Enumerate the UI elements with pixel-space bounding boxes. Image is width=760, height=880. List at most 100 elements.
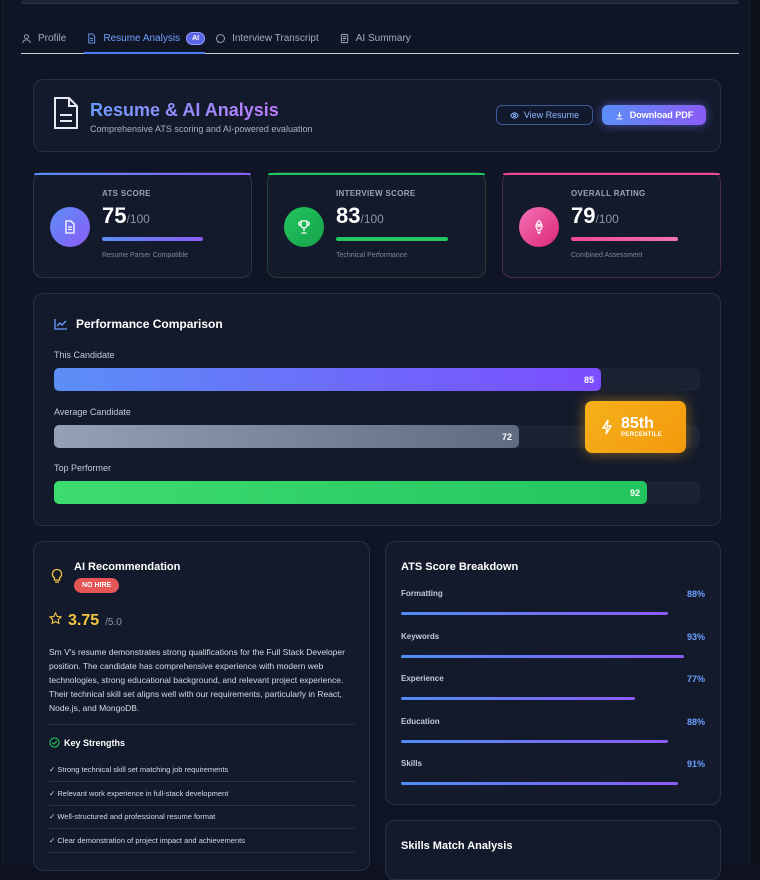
lightbulb-icon xyxy=(51,568,63,583)
overall-rating-bar xyxy=(571,237,678,241)
check-circle-icon xyxy=(49,737,60,748)
interview-score-number: 83 xyxy=(336,203,361,228)
lightning-icon xyxy=(601,419,613,435)
tab-ai-summary[interactable]: AI Summary xyxy=(339,24,421,53)
overall-rating-number: 79 xyxy=(571,203,596,228)
overall-rating-label: OVERALL RATING xyxy=(571,189,646,198)
divider xyxy=(49,828,355,829)
card-accent-line xyxy=(268,173,485,175)
view-resume-label: View Resume xyxy=(523,110,580,120)
formatting-label: Formatting xyxy=(401,589,443,598)
interview-score-label: INTERVIEW SCORE xyxy=(336,189,416,198)
average-candidate-bar: 72 xyxy=(54,425,519,448)
interview-score-max: /100 xyxy=(360,212,384,226)
tab-interview-transcript[interactable]: Interview Transcript xyxy=(215,24,329,53)
tab-ai-summary-label: AI Summary xyxy=(355,33,411,44)
key-strengths-title: Key Strengths xyxy=(64,737,126,748)
strength-item: ✓ Clear demonstration of project impact … xyxy=(49,836,245,845)
skills-label: Skills xyxy=(401,759,422,768)
this-candidate-track: 85 xyxy=(54,368,700,391)
formatting-bar xyxy=(401,612,668,615)
divider xyxy=(49,852,355,853)
page-title: Resume & AI Analysis xyxy=(90,100,279,120)
chat-bubble-icon xyxy=(216,34,225,43)
education-pct: 88% xyxy=(686,717,705,727)
ats-score-bar xyxy=(102,237,203,241)
experience-bar xyxy=(401,697,635,700)
key-strengths-heading: Key Strengths xyxy=(49,737,125,748)
formatting-pct: 88% xyxy=(686,589,705,599)
tab-resume-analysis[interactable]: Resume Analysis AI xyxy=(84,24,206,54)
experience-pct: 77% xyxy=(686,674,705,684)
percentile-badge: 85th PERCENTILE xyxy=(585,401,686,453)
summary-doc-icon xyxy=(340,33,348,44)
this-candidate-label: This Candidate xyxy=(54,350,115,360)
top-bar xyxy=(21,0,739,4)
performance-title-row: Performance Comparison xyxy=(54,317,223,331)
view-resume-button[interactable]: View Resume xyxy=(496,105,593,125)
ats-icon-circle xyxy=(50,207,90,247)
interview-icon-circle xyxy=(284,207,324,247)
average-candidate-value: 72 xyxy=(501,431,512,442)
divider xyxy=(49,724,355,725)
this-candidate-bar: 85 xyxy=(54,368,601,391)
percentile-value: 85th xyxy=(621,415,654,432)
education-bar xyxy=(401,740,668,743)
top-performer-track: 92 xyxy=(54,481,700,504)
strength-item: ✓ Strong technical skill set matching jo… xyxy=(49,765,229,774)
person-icon xyxy=(22,34,31,44)
performance-title: Performance Comparison xyxy=(76,317,223,331)
document-icon xyxy=(88,33,96,44)
divider xyxy=(49,805,355,806)
ats-score-card: ATS SCORE 75/100 Resume Parser Compatibl… xyxy=(33,172,252,278)
overall-rating-caption: Combined Assessment xyxy=(571,252,643,259)
ai-recommendation-card: AI Recommendation NO HIRE 3.75 /5.0 Sm V… xyxy=(33,541,370,871)
percentile-label: PERCENTILE xyxy=(621,432,663,438)
line-chart-icon xyxy=(54,319,67,330)
keywords-label: Keywords xyxy=(401,632,440,641)
skills-match-card: Skills Match Analysis xyxy=(385,820,721,880)
interview-score-value: 83/100 xyxy=(336,203,384,229)
tab-resume-analysis-label: Resume Analysis xyxy=(103,33,181,44)
this-candidate-value: 85 xyxy=(583,374,594,385)
analysis-header-card: Resume & AI Analysis Comprehensive ATS s… xyxy=(33,79,721,152)
tab-profile[interactable]: Profile xyxy=(21,24,76,53)
star-icon xyxy=(49,612,62,625)
average-candidate-label: Average Candidate xyxy=(54,407,131,417)
app-frame: Profile Resume Analysis AI Interview Tra… xyxy=(0,0,760,880)
ai-badge: AI xyxy=(186,32,206,45)
rating-value: 3.75 xyxy=(68,612,100,629)
interview-score-caption: Technical Performance xyxy=(336,252,408,259)
ats-score-number: 75 xyxy=(102,203,127,228)
strength-item: ✓ Relevant work experience in full-stack… xyxy=(49,789,229,798)
no-hire-badge: NO HIRE xyxy=(74,578,120,593)
keywords-pct: 93% xyxy=(686,632,705,642)
performance-comparison-card: Performance Comparison This Candidate 85… xyxy=(33,293,721,526)
ats-score-label: ATS SCORE xyxy=(102,189,151,198)
rating-row: 3.75 /5.0 xyxy=(49,612,122,630)
tab-interview-transcript-label: Interview Transcript xyxy=(232,33,319,44)
top-performer-bar: 92 xyxy=(54,481,647,504)
skills-bar xyxy=(401,782,678,785)
skills-match-title: Skills Match Analysis xyxy=(401,840,513,852)
overall-rating-card: OVERALL RATING 79/100 Combined Assessmen… xyxy=(502,172,721,278)
percentile-text: 85th PERCENTILE xyxy=(621,415,663,439)
download-icon xyxy=(616,111,623,119)
card-accent-line xyxy=(34,173,251,175)
page-subtitle: Comprehensive ATS scoring and AI-powered… xyxy=(90,124,313,134)
divider xyxy=(49,781,355,782)
trophy-icon xyxy=(298,220,310,234)
interview-score-bar xyxy=(336,237,448,241)
resume-file-icon xyxy=(54,97,78,129)
document-icon xyxy=(65,220,75,234)
card-accent-line xyxy=(503,173,720,175)
ai-recommendation-title: AI Recommendation xyxy=(74,561,181,573)
ats-score-max: /100 xyxy=(126,212,150,226)
strength-item: ✓ Well-structured and professional resum… xyxy=(49,812,216,821)
ats-score-value: 75/100 xyxy=(102,203,150,229)
download-pdf-label: Download PDF xyxy=(629,110,694,120)
download-pdf-button[interactable]: Download PDF xyxy=(602,105,706,125)
tab-bar: Profile Resume Analysis AI Interview Tra… xyxy=(21,24,739,54)
overall-rating-value: 79/100 xyxy=(571,203,619,229)
recommendation-text: Sm V's resume demonstrates strong qualif… xyxy=(49,647,345,713)
